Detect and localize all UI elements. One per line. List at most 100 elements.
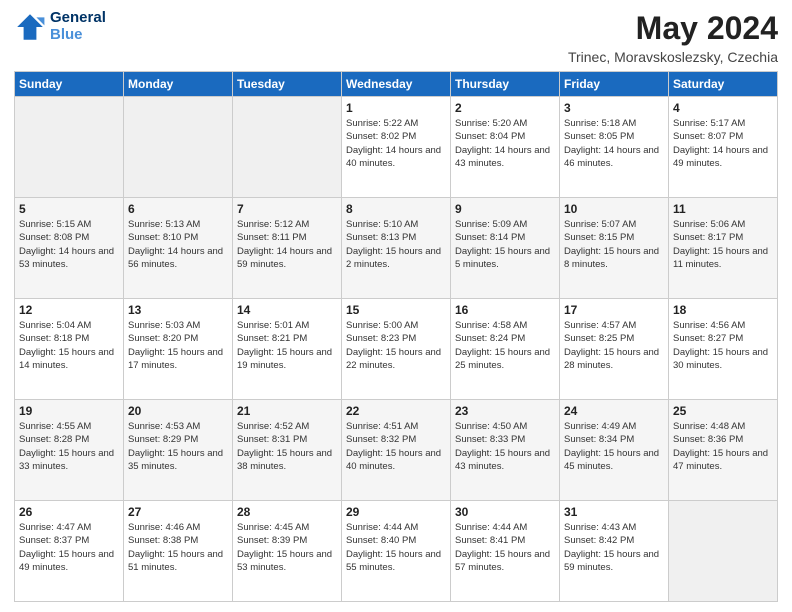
day-info: Sunrise: 4:44 AMSunset: 8:40 PMDaylight:… bbox=[346, 521, 446, 574]
day-of-week-header: Monday bbox=[124, 72, 233, 97]
calendar-week-row: 26 Sunrise: 4:47 AMSunset: 8:37 PMDayligh… bbox=[15, 501, 778, 602]
day-info: Sunrise: 4:49 AMSunset: 8:34 PMDaylight:… bbox=[564, 420, 664, 473]
day-number: 7 bbox=[237, 202, 337, 216]
calendar-day-cell: 28Sunrise: 4:45 AMSunset: 8:39 PMDayligh… bbox=[233, 501, 342, 602]
day-of-week-header: Thursday bbox=[451, 72, 560, 97]
day-number: 3 bbox=[564, 101, 664, 115]
calendar-day-cell: 14 Sunrise: 5:01 AMSunset: 8:21 PMDayligh… bbox=[233, 299, 342, 400]
day-number: 5 bbox=[19, 202, 119, 216]
day-number: 1 bbox=[346, 101, 446, 115]
day-info: Sunrise: 5:10 AMSunset: 8:13 PMDaylight:… bbox=[346, 218, 446, 271]
calendar-day-cell bbox=[233, 97, 342, 198]
calendar-day-cell: 9 Sunrise: 5:09 AMSunset: 8:14 PMDaylight… bbox=[451, 198, 560, 299]
day-info: Sunrise: 4:44 AMSunset: 8:41 PMDaylight:… bbox=[455, 521, 555, 574]
calendar-day-cell: 1 Sunrise: 5:22 AMSunset: 8:02 PMDaylight… bbox=[342, 97, 451, 198]
calendar-day-cell: 24Sunrise: 4:49 AMSunset: 8:34 PMDayligh… bbox=[560, 400, 669, 501]
day-of-week-header: Tuesday bbox=[233, 72, 342, 97]
day-of-week-header: Wednesday bbox=[342, 72, 451, 97]
calendar-day-cell: 15 Sunrise: 5:00 AMSunset: 8:23 PMDayligh… bbox=[342, 299, 451, 400]
day-number: 6 bbox=[128, 202, 228, 216]
logo-icon bbox=[14, 11, 46, 43]
calendar-day-cell: 3 Sunrise: 5:18 AMSunset: 8:05 PMDaylight… bbox=[560, 97, 669, 198]
calendar-day-cell: 26 Sunrise: 4:47 AMSunset: 8:37 PMDayligh… bbox=[15, 501, 124, 602]
calendar-header-row: SundayMondayTuesdayWednesdayThursdayFrid… bbox=[15, 72, 778, 97]
day-number: 4 bbox=[673, 101, 773, 115]
day-info: Sunrise: 4:52 AMSunset: 8:31 PMDaylight:… bbox=[237, 420, 337, 473]
day-number: 19 bbox=[19, 404, 119, 418]
day-info: Sunrise: 5:15 AMSunset: 8:08 PMDaylight:… bbox=[19, 218, 119, 271]
day-number: 29 bbox=[346, 505, 446, 519]
logo-text: General Blue bbox=[50, 10, 106, 43]
day-info: Sunrise: 5:07 AMSunset: 8:15 PMDaylight:… bbox=[564, 218, 664, 271]
day-number: 31 bbox=[564, 505, 664, 519]
calendar-day-cell: 13 Sunrise: 5:03 AMSunset: 8:20 PMDayligh… bbox=[124, 299, 233, 400]
day-info: Sunrise: 4:43 AMSunset: 8:42 PMDaylight:… bbox=[564, 521, 664, 574]
calendar-day-cell: 8 Sunrise: 5:10 AMSunset: 8:13 PMDaylight… bbox=[342, 198, 451, 299]
calendar-day-cell: 7 Sunrise: 5:12 AMSunset: 8:11 PMDaylight… bbox=[233, 198, 342, 299]
calendar-day-cell bbox=[15, 97, 124, 198]
day-info: Sunrise: 4:46 AMSunset: 8:38 PMDaylight:… bbox=[128, 521, 228, 574]
day-number: 21 bbox=[237, 404, 337, 418]
day-info: Sunrise: 5:18 AMSunset: 8:05 PMDaylight:… bbox=[564, 117, 664, 170]
day-info: Sunrise: 4:55 AMSunset: 8:28 PMDaylight:… bbox=[19, 420, 119, 473]
subtitle: Trinec, Moravskoslezsky, Czechia bbox=[568, 49, 778, 65]
day-number: 15 bbox=[346, 303, 446, 317]
calendar-day-cell: 4 Sunrise: 5:17 AMSunset: 8:07 PMDaylight… bbox=[669, 97, 778, 198]
calendar-day-cell: 18Sunrise: 4:56 AMSunset: 8:27 PMDayligh… bbox=[669, 299, 778, 400]
calendar-week-row: 1 Sunrise: 5:22 AMSunset: 8:02 PMDaylight… bbox=[15, 97, 778, 198]
day-number: 12 bbox=[19, 303, 119, 317]
main-title: May 2024 bbox=[568, 10, 778, 47]
day-info: Sunrise: 5:03 AMSunset: 8:20 PMDaylight:… bbox=[128, 319, 228, 372]
day-info: Sunrise: 4:47 AMSunset: 8:37 PMDaylight:… bbox=[19, 521, 119, 574]
calendar-day-cell: 17 Sunrise: 4:57 AMSunset: 8:25 PMDayligh… bbox=[560, 299, 669, 400]
day-number: 11 bbox=[673, 202, 773, 216]
calendar-day-cell bbox=[669, 501, 778, 602]
header: General Blue May 2024 Trinec, Moravskosl… bbox=[14, 10, 778, 65]
day-number: 17 bbox=[564, 303, 664, 317]
calendar-day-cell: 2Sunrise: 5:20 AMSunset: 8:04 PMDaylight… bbox=[451, 97, 560, 198]
day-number: 8 bbox=[346, 202, 446, 216]
day-info: Sunrise: 5:04 AMSunset: 8:18 PMDaylight:… bbox=[19, 319, 119, 372]
calendar-day-cell: 6 Sunrise: 5:13 AMSunset: 8:10 PMDaylight… bbox=[124, 198, 233, 299]
day-info: Sunrise: 5:00 AMSunset: 8:23 PMDaylight:… bbox=[346, 319, 446, 372]
day-info: Sunrise: 5:09 AMSunset: 8:14 PMDaylight:… bbox=[455, 218, 555, 271]
day-info: Sunrise: 5:13 AMSunset: 8:10 PMDaylight:… bbox=[128, 218, 228, 271]
day-number: 26 bbox=[19, 505, 119, 519]
day-of-week-header: Friday bbox=[560, 72, 669, 97]
day-number: 25 bbox=[673, 404, 773, 418]
day-number: 18 bbox=[673, 303, 773, 317]
title-block: May 2024 Trinec, Moravskoslezsky, Czechi… bbox=[568, 10, 778, 65]
day-info: Sunrise: 5:01 AMSunset: 8:21 PMDaylight:… bbox=[237, 319, 337, 372]
day-info: Sunrise: 4:53 AMSunset: 8:29 PMDaylight:… bbox=[128, 420, 228, 473]
calendar-day-cell: 21 Sunrise: 4:52 AMSunset: 8:31 PMDayligh… bbox=[233, 400, 342, 501]
day-info: Sunrise: 5:17 AMSunset: 8:07 PMDaylight:… bbox=[673, 117, 773, 170]
calendar-day-cell: 22Sunrise: 4:51 AMSunset: 8:32 PMDayligh… bbox=[342, 400, 451, 501]
day-number: 20 bbox=[128, 404, 228, 418]
day-info: Sunrise: 4:58 AMSunset: 8:24 PMDaylight:… bbox=[455, 319, 555, 372]
day-number: 14 bbox=[237, 303, 337, 317]
day-info: Sunrise: 5:22 AMSunset: 8:02 PMDaylight:… bbox=[346, 117, 446, 170]
day-number: 27 bbox=[128, 505, 228, 519]
calendar-day-cell: 30Sunrise: 4:44 AMSunset: 8:41 PMDayligh… bbox=[451, 501, 560, 602]
day-of-week-header: Saturday bbox=[669, 72, 778, 97]
calendar-day-cell: 11Sunrise: 5:06 AMSunset: 8:17 PMDayligh… bbox=[669, 198, 778, 299]
calendar-day-cell: 20 Sunrise: 4:53 AMSunset: 8:29 PMDayligh… bbox=[124, 400, 233, 501]
logo: General Blue bbox=[14, 10, 106, 43]
calendar-day-cell: 27 Sunrise: 4:46 AMSunset: 8:38 PMDayligh… bbox=[124, 501, 233, 602]
day-number: 16 bbox=[455, 303, 555, 317]
day-info: Sunrise: 5:12 AMSunset: 8:11 PMDaylight:… bbox=[237, 218, 337, 271]
day-info: Sunrise: 4:50 AMSunset: 8:33 PMDaylight:… bbox=[455, 420, 555, 473]
day-number: 13 bbox=[128, 303, 228, 317]
calendar-week-row: 5 Sunrise: 5:15 AMSunset: 8:08 PMDaylight… bbox=[15, 198, 778, 299]
day-info: Sunrise: 5:20 AMSunset: 8:04 PMDaylight:… bbox=[455, 117, 555, 170]
day-number: 9 bbox=[455, 202, 555, 216]
calendar-week-row: 19 Sunrise: 4:55 AMSunset: 8:28 PMDayligh… bbox=[15, 400, 778, 501]
calendar-day-cell: 5 Sunrise: 5:15 AMSunset: 8:08 PMDaylight… bbox=[15, 198, 124, 299]
day-info: Sunrise: 4:45 AMSunset: 8:39 PMDaylight:… bbox=[237, 521, 337, 574]
day-number: 10 bbox=[564, 202, 664, 216]
calendar-day-cell: 29 Sunrise: 4:44 AMSunset: 8:40 PMDayligh… bbox=[342, 501, 451, 602]
calendar-day-cell: 16 Sunrise: 4:58 AMSunset: 8:24 PMDayligh… bbox=[451, 299, 560, 400]
calendar-day-cell bbox=[124, 97, 233, 198]
calendar-day-cell: 12 Sunrise: 5:04 AMSunset: 8:18 PMDayligh… bbox=[15, 299, 124, 400]
day-info: Sunrise: 4:57 AMSunset: 8:25 PMDaylight:… bbox=[564, 319, 664, 372]
